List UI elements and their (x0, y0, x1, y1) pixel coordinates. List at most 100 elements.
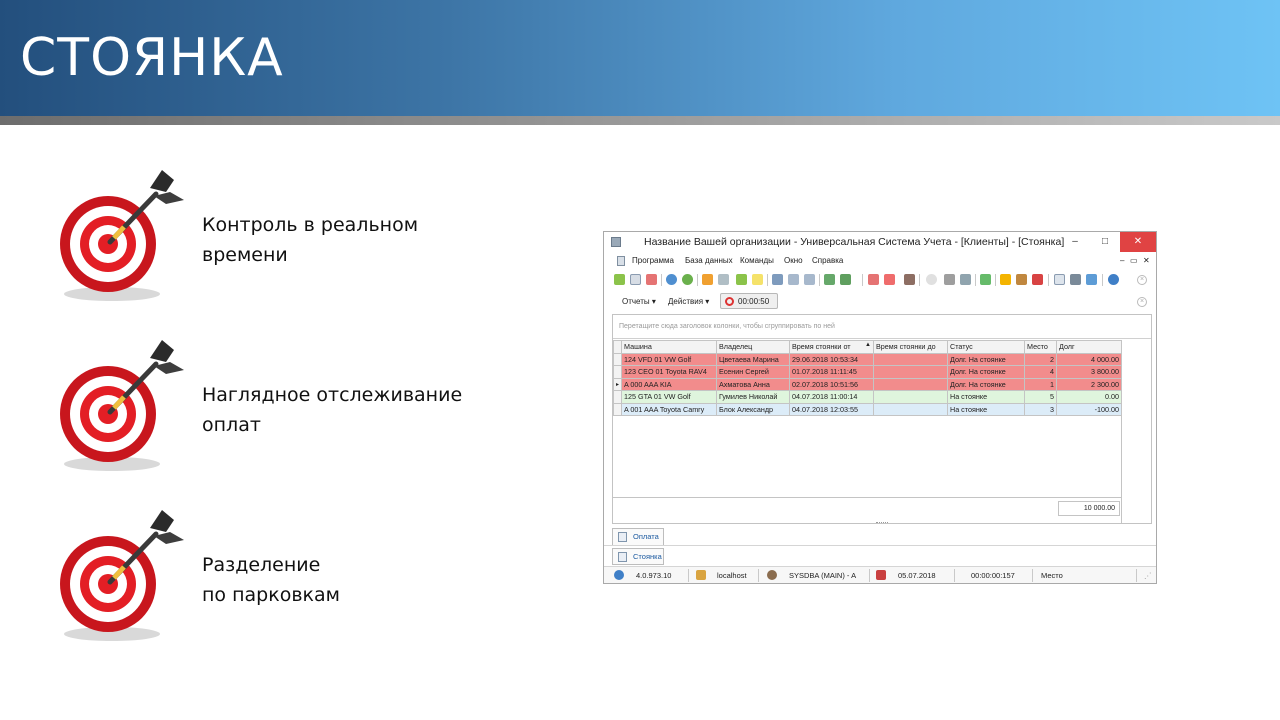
toolbar-close-icon[interactable]: × (1137, 275, 1147, 285)
menu-database[interactable]: База данных (685, 256, 733, 265)
expand-icon[interactable] (804, 274, 815, 285)
column-header-car[interactable]: Машина (621, 340, 717, 354)
send-icon[interactable] (1086, 274, 1097, 285)
splitter-grip[interactable] (876, 522, 888, 524)
tab-parking[interactable]: Стоянка (612, 548, 664, 565)
cell-status[interactable]: На стоянке (947, 390, 1025, 404)
cell-car[interactable]: A 000 AAA KIA (621, 377, 717, 391)
refresh-icon[interactable] (682, 274, 693, 285)
column-header-debt[interactable]: Долг (1056, 340, 1122, 354)
cell-to[interactable] (873, 377, 948, 391)
print-icon[interactable] (1070, 274, 1081, 285)
cell-to[interactable] (873, 352, 948, 366)
menu-commands[interactable]: Команды (740, 256, 774, 265)
close-button[interactable]: ✕ (1120, 232, 1156, 252)
cell-from[interactable]: 01.07.2018 11:11:45 (789, 365, 874, 379)
info-icon[interactable] (1108, 274, 1119, 285)
cell-status[interactable]: На стоянке (947, 402, 1025, 416)
cell-owner[interactable]: Блок Александр (716, 402, 790, 416)
import-icon[interactable] (840, 274, 851, 285)
column-header-to[interactable]: Время стоянки до (873, 340, 948, 354)
delete-icon[interactable] (646, 274, 657, 285)
cell-status[interactable]: Долг. На стоянке (947, 352, 1025, 366)
actions-dropdown[interactable]: Действия ▾ (668, 297, 709, 306)
debt-total: 10 000.00 (1058, 501, 1120, 516)
cell-from[interactable]: 04.07.2018 12:03:55 (789, 402, 874, 416)
cell-debt[interactable]: 0.00 (1056, 390, 1122, 404)
cancel-icon[interactable] (926, 274, 937, 285)
column-header-status[interactable]: Статус (947, 340, 1025, 354)
info-icon (614, 570, 624, 580)
filter-clear-icon[interactable] (718, 274, 729, 285)
cell-owner[interactable]: Цветаева Марина (716, 352, 790, 366)
cell-car[interactable]: 124 VFD 01 VW Golf (621, 352, 717, 366)
cell-place[interactable]: 1 (1024, 377, 1057, 391)
transfer-icon[interactable] (1032, 274, 1043, 285)
new-window-icon[interactable] (884, 274, 895, 285)
cell-debt[interactable]: 4 000.00 (1056, 352, 1122, 366)
report-icon[interactable] (904, 274, 915, 285)
cell-debt[interactable]: -100.00 (1056, 402, 1122, 416)
mdi-close-button[interactable]: ✕ (1143, 256, 1150, 265)
search-icon[interactable] (666, 274, 677, 285)
mdi-minimize-button[interactable]: – (1120, 256, 1124, 265)
cell-car[interactable]: 123 CEO 01 Toyota RAV4 (621, 365, 717, 379)
table-row[interactable]: 124 VFD 01 VW Golf Цветаева Марина 29.06… (613, 352, 1122, 366)
cell-to[interactable] (873, 365, 948, 379)
cell-car[interactable]: 125 GTA 01 VW Golf (621, 390, 717, 404)
bullet-line: времени (202, 244, 288, 266)
cell-to[interactable] (873, 390, 948, 404)
menu-program[interactable]: Программа (632, 256, 674, 265)
minimize-button[interactable]: – (1060, 232, 1090, 252)
cell-place[interactable]: 2 (1024, 352, 1057, 366)
cell-car[interactable]: A 001 AAA Toyota Camry (621, 402, 717, 416)
document-icon (618, 532, 627, 542)
maximize-button[interactable]: □ (1090, 232, 1120, 252)
actionbar-close-icon[interactable]: × (1137, 297, 1147, 307)
column-header-from[interactable]: Время стоянки от ▲ (789, 340, 874, 354)
cell-debt[interactable]: 3 800.00 (1056, 365, 1122, 379)
menu-window[interactable]: Окно (784, 256, 803, 265)
cell-owner[interactable]: Ахматова Анна (716, 377, 790, 391)
table-row[interactable]: A 001 AAA Toyota Camry Блок Александр 04… (613, 402, 1122, 416)
reports-dropdown[interactable]: Отчеты ▾ (622, 297, 656, 306)
chart-icon[interactable] (980, 274, 991, 285)
tab-payment[interactable]: Оплата (612, 528, 664, 546)
open-window-icon[interactable] (868, 274, 879, 285)
cell-debt[interactable]: 2 300.00 (1056, 377, 1122, 391)
users-icon[interactable] (1016, 274, 1027, 285)
resize-grip-icon[interactable]: ⋰ (1144, 571, 1152, 580)
cell-to[interactable] (873, 402, 948, 416)
table-row[interactable]: ▸ A 000 AAA KIA Ахматова Анна 02.07.2018… (613, 377, 1122, 391)
cell-status[interactable]: Долг. На стоянке (947, 365, 1025, 379)
copy-icon[interactable] (630, 274, 641, 285)
new-record-icon[interactable] (614, 274, 625, 285)
settings-icon[interactable] (960, 274, 971, 285)
group-panel[interactable]: Перетащите сюда заголовок колонки, чтобы… (613, 315, 1151, 339)
back-icon[interactable] (772, 274, 783, 285)
cell-status[interactable]: Долг. На стоянке (947, 377, 1025, 391)
column-header-place[interactable]: Место (1024, 340, 1057, 354)
menu-help[interactable]: Справка (812, 256, 843, 265)
export-icon[interactable] (824, 274, 835, 285)
note-icon[interactable] (752, 274, 763, 285)
column-header-owner[interactable]: Владелец (716, 340, 790, 354)
cell-from[interactable]: 02.07.2018 10:51:56 (789, 377, 874, 391)
lock-icon[interactable] (1000, 274, 1011, 285)
cell-from[interactable]: 04.07.2018 11:00:14 (789, 390, 874, 404)
cell-owner[interactable]: Есенин Сергей (716, 365, 790, 379)
cell-place[interactable]: 4 (1024, 365, 1057, 379)
add-child-icon[interactable] (736, 274, 747, 285)
tools-icon[interactable] (944, 274, 955, 285)
filter-icon[interactable] (702, 274, 713, 285)
calendar-icon[interactable] (1054, 274, 1065, 285)
mdi-restore-button[interactable]: ▭ (1130, 256, 1138, 265)
table-row[interactable]: 125 GTA 01 VW Golf Гумилев Николай 04.07… (613, 390, 1122, 404)
parking-timer[interactable]: 00:00:50 (720, 293, 778, 309)
collapse-icon[interactable] (788, 274, 799, 285)
cell-place[interactable]: 5 (1024, 390, 1057, 404)
cell-owner[interactable]: Гумилев Николай (716, 390, 790, 404)
cell-place[interactable]: 3 (1024, 402, 1057, 416)
table-row[interactable]: 123 CEO 01 Toyota RAV4 Есенин Сергей 01.… (613, 365, 1122, 379)
cell-from[interactable]: 29.06.2018 10:53:34 (789, 352, 874, 366)
